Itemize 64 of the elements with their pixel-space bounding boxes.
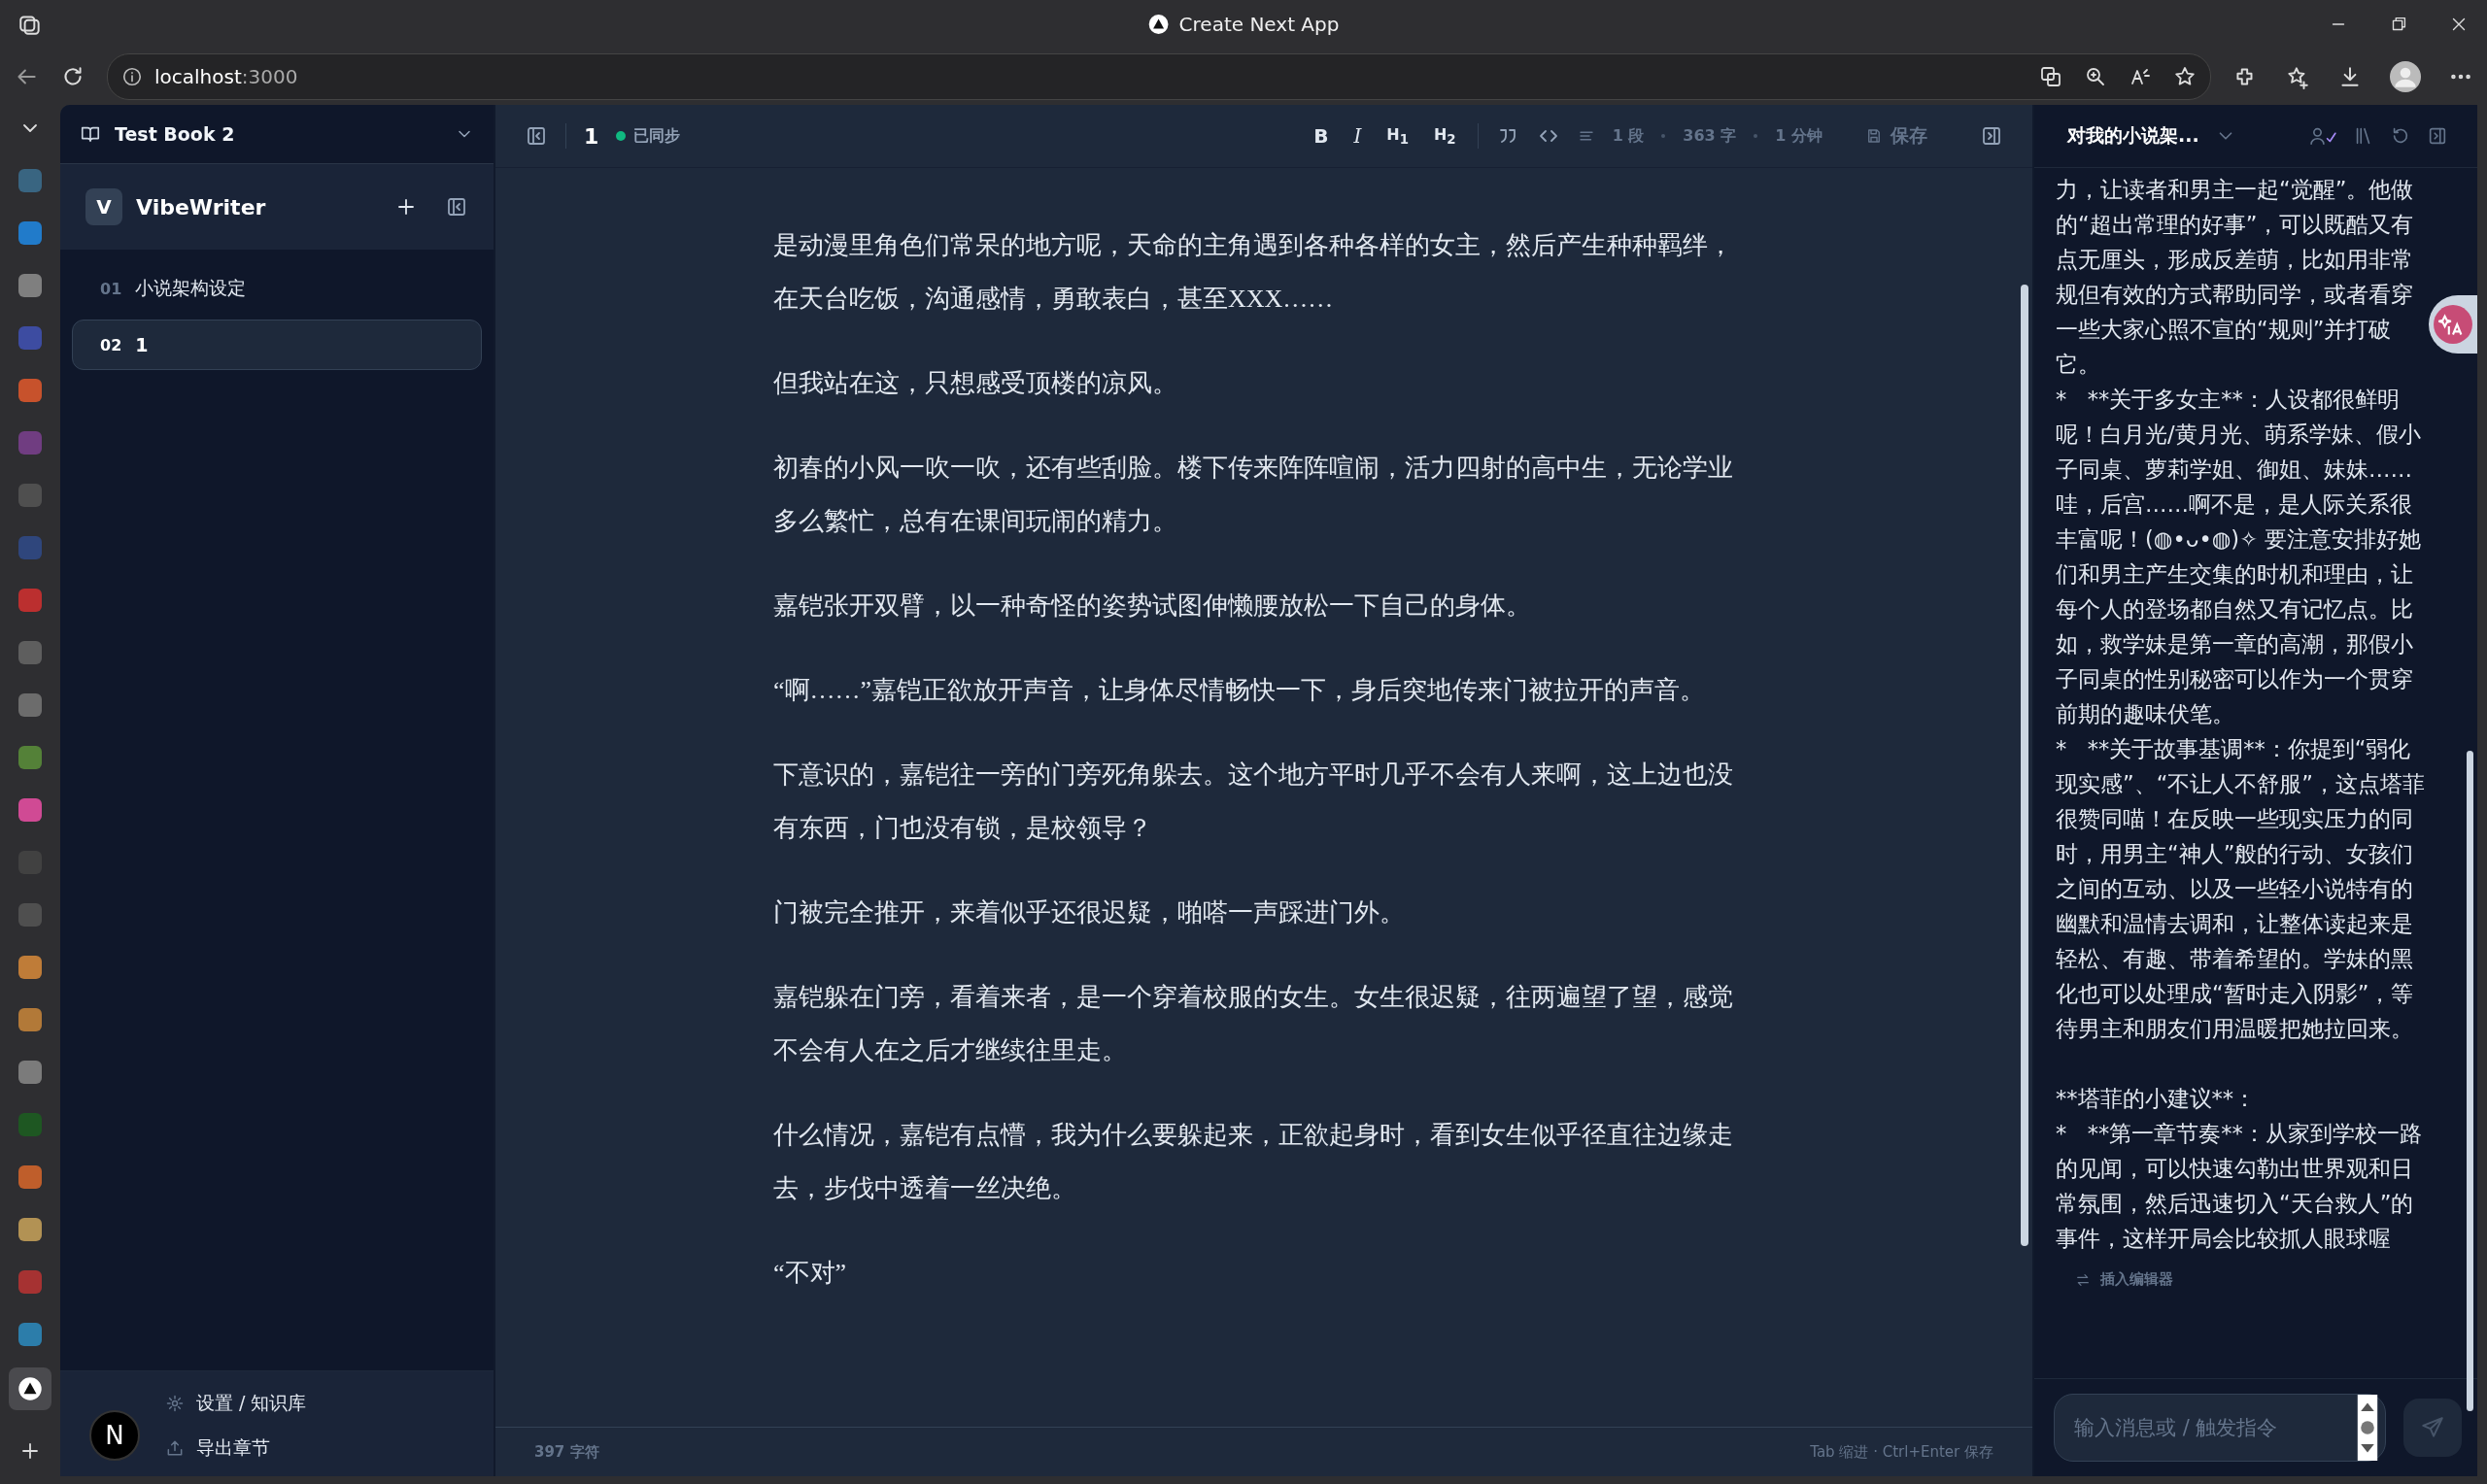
editor-stat: 363 字 xyxy=(1683,125,1737,147)
scrollbar[interactable] xyxy=(2467,751,2473,1411)
insert-to-editor-button[interactable]: 插入编辑器 xyxy=(2069,1269,2179,1290)
editor-stat: 1 分钟 xyxy=(1775,125,1823,147)
swap-icon xyxy=(2075,1271,2091,1288)
separator-dot xyxy=(1661,134,1666,138)
settings-link[interactable]: 设置 / 知识库 xyxy=(165,1391,494,1416)
spinner-scroll-icon[interactable] xyxy=(2357,1395,2378,1461)
scrollbar[interactable] xyxy=(2021,285,2028,1246)
story-paragraph: 下意识的，嘉铠往一旁的门旁死角躲去。这个地方平时几乎不会有人来啊，这上边也没有东西，门也没有锁，是校领导？ xyxy=(773,759,1734,844)
window-title: Create Next App xyxy=(1178,13,1340,36)
heading-button[interactable]: H$_{1}$ xyxy=(1382,124,1413,148)
translate-icon xyxy=(2433,304,2473,345)
profile-avatar-icon[interactable] xyxy=(2390,61,2421,92)
shortcut-hint: Tab 缩进 · Ctrl+Enter 保存 xyxy=(1810,1442,1993,1462)
toggle-panel-icon[interactable] xyxy=(2427,125,2448,147)
story-paragraph: 初春的小风一吹一吹，还有些刮脸。楼下传来阵阵喧闹，活力四射的高中生，无论学业多么繁忙，总有在课间玩闹的精力。 xyxy=(773,453,1734,537)
message-input[interactable]: 输入消息或 / 触发指令 xyxy=(2054,1394,2386,1462)
save-icon xyxy=(1865,127,1883,145)
character-count: 397 字符 xyxy=(534,1442,599,1462)
settings-icon xyxy=(165,1394,185,1413)
address-bar[interactable]: localhost:3000 xyxy=(107,53,2211,100)
story-paragraph: “啊……”嘉铠正欲放开声音，让身体尽情畅快一下，身后突地传来门被拉开的声音。 xyxy=(773,675,1707,706)
sync-status: 已同步 xyxy=(633,125,681,147)
site-icon[interactable] xyxy=(9,1367,51,1410)
chat-message-text: * **第一章节奏**：从家到学校一路的见闻，可以快速勾勒出世界观和日常氛围，然后迅速切入“天台救人”的事件，这样开局会比较抓人眼球喔 xyxy=(2056,1120,2423,1253)
chat-message-text: 力，让读者和男主一起“觉醒”。他做的“超出常理的好事”，可以既酷又有点无厘头，形成反差萌，比如用非常规但有效的方式帮助同学，或者看穿一些大家心照不宣的“规则”并打破它。 xyxy=(2056,176,2415,379)
chapter-number: 1 xyxy=(584,123,599,149)
zoom-icon[interactable] xyxy=(2084,65,2107,88)
story-paragraph: 嘉铠躲在门旁，看着来者，是一个穿着校服的女生。女生很迟疑，往两遍望了望，感觉不会有人在之后才继续往里走。 xyxy=(773,982,1734,1066)
chat-message-text: **塔菲的小建议**： xyxy=(2056,1085,2257,1113)
chapter-item[interactable]: 02 1 xyxy=(72,320,482,370)
export-icon xyxy=(165,1438,185,1458)
translate-floating-button[interactable] xyxy=(2429,295,2477,354)
chapter-item[interactable]: 01 小说架构设定 xyxy=(72,263,482,314)
separator-dot xyxy=(1754,134,1758,138)
translate-icon[interactable] xyxy=(2039,65,2062,88)
persona-check-icon[interactable] xyxy=(2308,125,2337,147)
collapse-sidebar-icon[interactable] xyxy=(445,195,468,219)
conversation-title[interactable]: 对我的小说架... xyxy=(2067,123,2199,149)
italic-button[interactable]: I xyxy=(1349,124,1366,148)
story-paragraph: 门被完全推开，来着似乎还很迟疑，啪嗒一声踩进门外。 xyxy=(773,897,1406,928)
triangle-logo-icon xyxy=(1147,14,1170,35)
star-icon[interactable] xyxy=(2173,65,2197,88)
chat-message-text: * **关于多女主**：人设都很鲜明呢！白月光/黄月光、萌系学妹、假小子同桌、萝莉学姐、御姐、妹妹……哇，后宫……啊不是，是人际关系很丰富呢！(◍•ᴗ•◍)✧ 要注意安排好她们和男主产生交集的时机和理由，让每个人的登场都自然又有记忆点。比如，救学妹是第一章的高潮，那假小子同桌的性别秘密可以作为一个贯穿前期的趣味伏笔。 xyxy=(2056,386,2423,728)
send-button[interactable] xyxy=(2403,1399,2462,1457)
chat-message-text: * **关于故事基调**：你提到“弱化现实感”、“不让人不舒服”，这点塔菲很赞同喵！在反映一些现实压力的同时，用男主“神人”般的行动、女孩们之间的互动、以及一些轻小说特有的幽默和温情去调和，让整体读起来是轻松、有趣、带着希望的。学妹的黑化也可以处理成“暂时走入阴影”，等待男主和朋友们用温暖把她拉回来。 xyxy=(2056,735,2426,1043)
app-name: VibeWriter xyxy=(136,194,267,219)
story-paragraph: “不对” xyxy=(773,1258,848,1289)
send-icon xyxy=(2420,1415,2445,1440)
url-text: localhost:3000 xyxy=(154,65,298,88)
app-logo: V xyxy=(85,188,122,225)
editor-stat: 1 段 xyxy=(1612,125,1645,147)
story-paragraph: 但我站在这，只想感受顶楼的凉风。 xyxy=(773,368,1178,399)
toggle-panel-icon[interactable] xyxy=(1980,124,2003,148)
story-paragraph: 嘉铠张开双臂，以一种奇怪的姿势试图伸懒腰放松一下自己的身体。 xyxy=(773,590,1532,622)
story-paragraph: 什么情况，嘉铠有点懵，我为什么要躲起来，正欲起身时，看到女生似乎径直往边缘走去，步伐中透着一丝决绝。 xyxy=(773,1120,1734,1204)
heading-button[interactable]: H$_{2}$ xyxy=(1429,124,1460,148)
export-link[interactable]: 导出章节 xyxy=(165,1435,494,1461)
story-paragraph: 是动漫里角色们常呆的地方呢，天命的主角遇到各种各样的女主，然后产生种种羁绊，在天台吃饭，沟通感情，勇敢表白，甚至XXX…… xyxy=(773,230,1734,315)
collapse-sidebar-icon[interactable] xyxy=(525,124,548,148)
favorites-icon[interactable] xyxy=(2285,64,2310,89)
bold-button[interactable]: B xyxy=(1310,124,1333,148)
info-icon xyxy=(121,66,143,87)
